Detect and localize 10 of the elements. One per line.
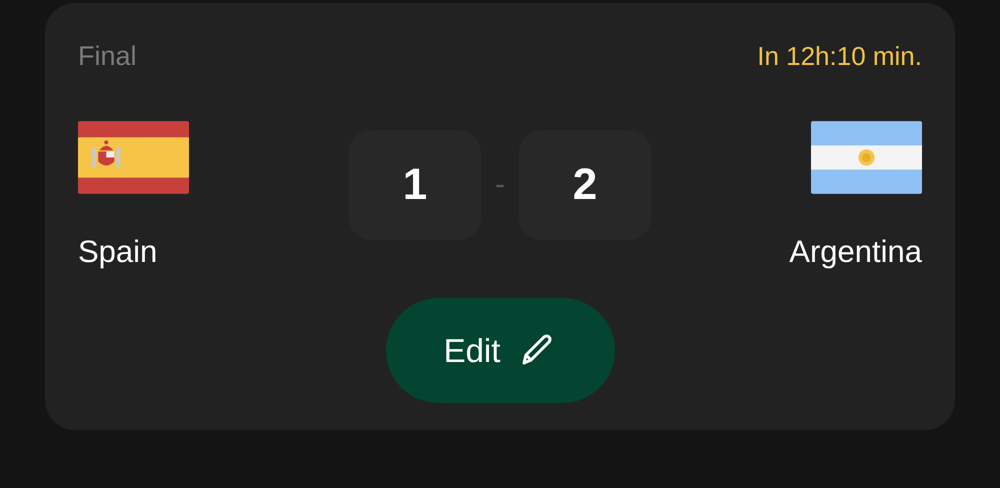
flag-icon <box>78 121 189 194</box>
score-box: 1 <box>349 130 481 240</box>
flag-icon <box>811 121 922 194</box>
score-separator: - <box>495 168 505 202</box>
edit-button[interactable]: Edit <box>386 298 614 403</box>
countdown: In 12h:10 min. <box>757 40 922 72</box>
match-stage: Final <box>78 40 137 72</box>
team-name: Argentina <box>789 234 922 270</box>
team-name: Spain <box>78 234 158 270</box>
score-box: 2 <box>519 130 651 240</box>
